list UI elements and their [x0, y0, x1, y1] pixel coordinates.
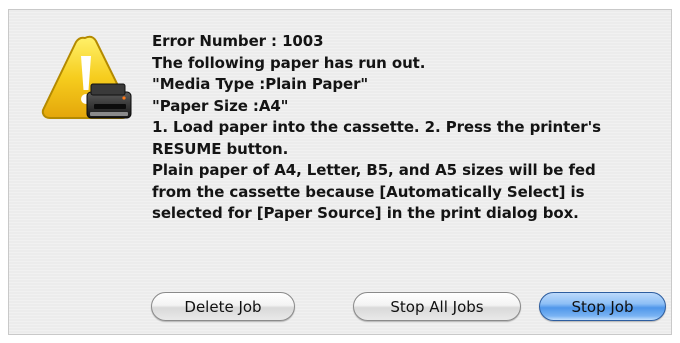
- message-line-resume: RESUME button.: [152, 139, 289, 158]
- message-line-paper-size: "Paper Size :A4": [152, 96, 289, 115]
- error-message: Error Number : 1003 The following paper …: [152, 31, 662, 225]
- printer-alert-dialog: Error Number : 1003 The following paper …: [8, 9, 672, 335]
- message-line-cassette: from the cassette because [Automatically…: [152, 182, 585, 201]
- stop-all-jobs-button[interactable]: Stop All Jobs: [353, 292, 521, 321]
- delete-job-button[interactable]: Delete Job: [151, 292, 295, 321]
- message-line-paper-source: selected for [Paper Source] in the print…: [152, 204, 579, 222]
- message-line-run-out: The following paper has run out.: [152, 53, 426, 72]
- message-line-plain-paper: Plain paper of A4, Letter, B5, and A5 si…: [152, 161, 596, 179]
- message-line-media-type: "Media Type :Plain Paper": [152, 75, 369, 93]
- message-line-error-number: Error Number : 1003: [152, 32, 324, 50]
- stop-job-button[interactable]: Stop Job: [539, 292, 666, 321]
- message-line-instructions: 1. Load paper into the cassette. 2. Pres…: [152, 118, 601, 136]
- printer-caution-icon: [41, 35, 132, 119]
